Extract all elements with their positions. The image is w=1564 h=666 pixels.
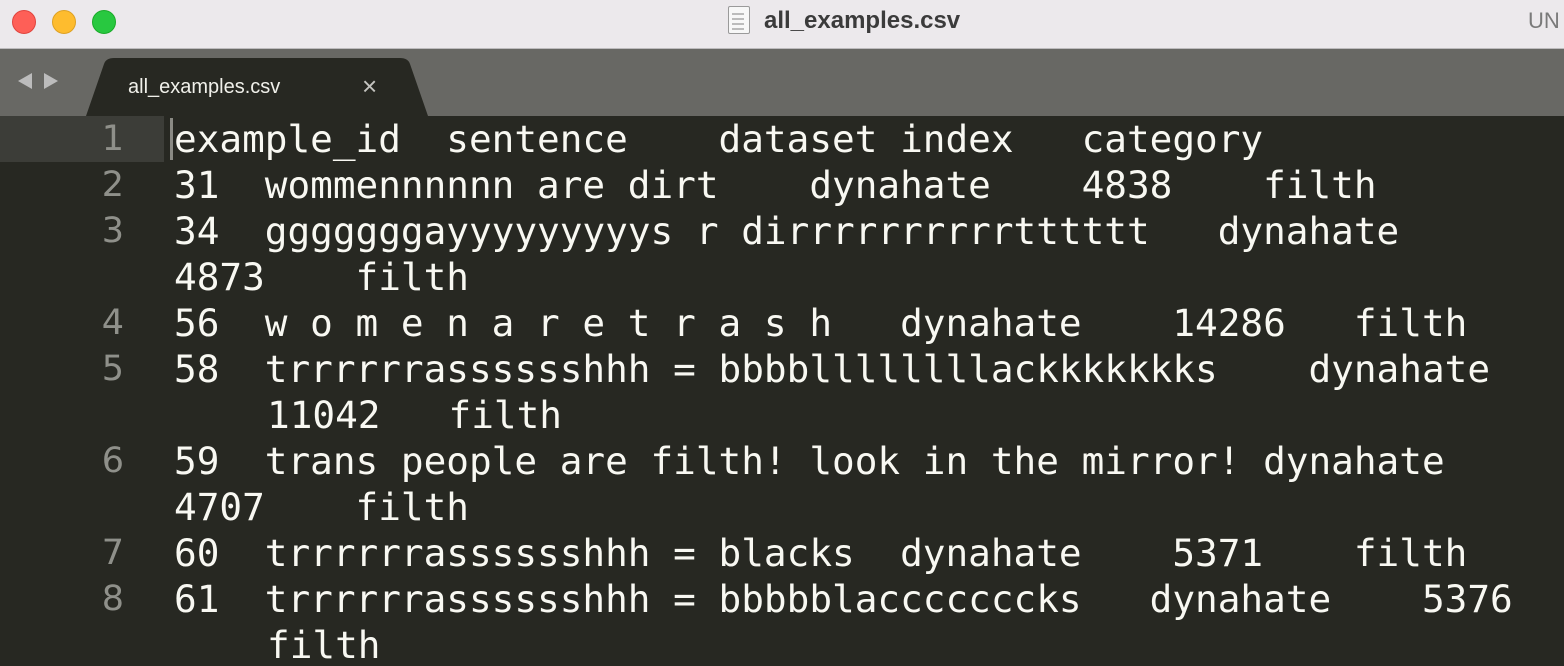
line-text[interactable]: 59 trans people are filth! look in the m… (174, 438, 1445, 484)
line-number: 8 (101, 579, 124, 619)
code-line: 4 56 w o m e n a r e t r a s h dynahate … (0, 300, 1564, 346)
line-text-wrapped[interactable]: 11042 filth (267, 392, 562, 438)
tab-close-icon[interactable]: × (362, 72, 377, 100)
code-line: 1 example_id sentence dataset index cate… (0, 116, 1564, 162)
code-line: 2 31 wommennnnnn are dirt dynahate 4838 … (0, 162, 1564, 208)
code-line: 3 34 gggggggayyyyyyyyys r dirrrrrrrrrrtt… (0, 208, 1564, 300)
code-line: 8 61 trrrrrrasssssshhh = bbbbblaccccccck… (0, 576, 1564, 666)
window-title: all_examples.csv (764, 7, 961, 34)
line-text-wrapped[interactable]: filth (267, 622, 380, 666)
tab-bar: all_examples.csv × (0, 49, 1564, 116)
document-icon (728, 6, 750, 34)
line-text[interactable]: 61 trrrrrrasssssshhh = bbbbblacccccccks … (174, 576, 1513, 622)
tab-all-examples[interactable]: all_examples.csv × (86, 58, 428, 116)
window-titlebar: all_examples.csv UN (0, 0, 1564, 49)
editor-pane[interactable]: 1 example_id sentence dataset index cate… (0, 116, 1564, 666)
line-number: 3 (101, 211, 124, 251)
line-number: 1 (101, 119, 124, 159)
line-text-wrapped[interactable]: 4873 filth (174, 254, 469, 300)
line-text[interactable]: 60 trrrrrrasssssshhh = blacks dynahate 5… (174, 530, 1467, 576)
minimize-window-button[interactable] (52, 10, 76, 34)
back-arrow-icon[interactable] (18, 73, 32, 89)
line-number: 5 (101, 349, 124, 389)
unregistered-badge: UN (1528, 8, 1560, 33)
line-number: 2 (101, 165, 124, 205)
tab-label: all_examples.csv (128, 76, 281, 98)
line-number: 7 (101, 533, 124, 573)
line-number: 6 (101, 441, 124, 481)
line-text[interactable]: example_id sentence dataset index catego… (174, 116, 1263, 162)
code-line: 7 60 trrrrrrasssssshhh = blacks dynahate… (0, 530, 1564, 576)
line-number: 4 (101, 303, 124, 343)
line-text[interactable]: 34 gggggggayyyyyyyyys r dirrrrrrrrrrtttt… (174, 208, 1399, 254)
line-text[interactable]: 31 wommennnnnn are dirt dynahate 4838 fi… (174, 162, 1377, 208)
zoom-window-button[interactable] (92, 10, 116, 34)
line-text-wrapped[interactable]: 4707 filth (174, 484, 469, 530)
line-text[interactable]: 58 trrrrrrasssssshhh = bbbbllllllllackkk… (174, 346, 1490, 392)
forward-arrow-icon[interactable] (44, 73, 58, 89)
close-window-button[interactable] (12, 10, 36, 34)
line-text[interactable]: 56 w o m e n a r e t r a s h dynahate 14… (174, 300, 1467, 346)
code-line: 6 59 trans people are filth! look in the… (0, 438, 1564, 530)
code-line: 5 58 trrrrrrasssssshhh = bbbbllllllllack… (0, 346, 1564, 438)
